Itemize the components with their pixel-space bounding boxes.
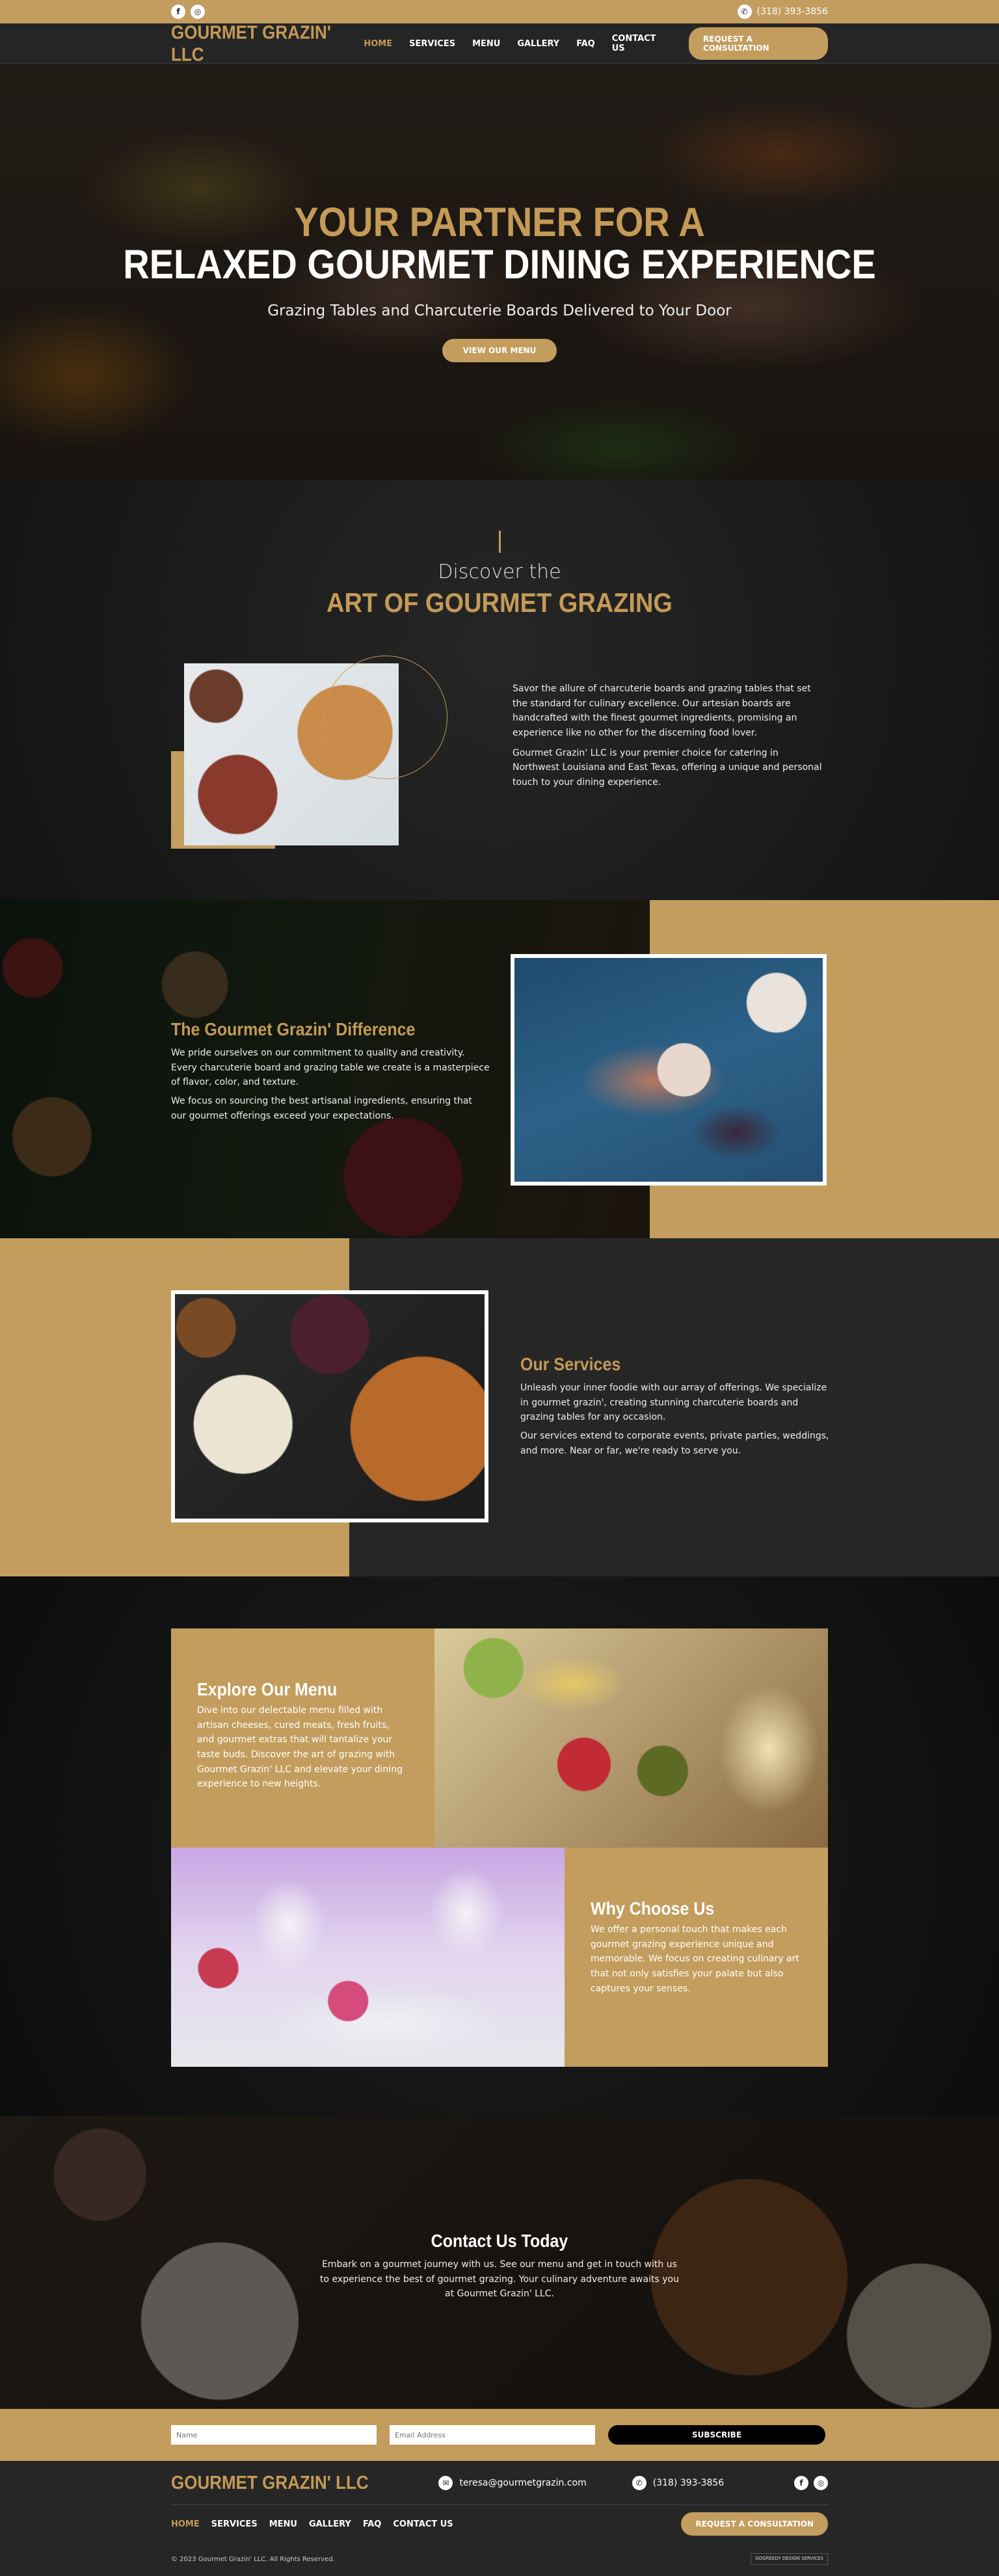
- view-menu-button[interactable]: VIEW OUR MENU: [442, 338, 557, 362]
- discover-kicker: Discover the: [438, 561, 561, 583]
- main-nav: HOME SERVICES MENU GALLERY FAQ CONTACT U…: [364, 27, 828, 60]
- explore-text: Dive into our delectable menu filled wit…: [197, 1705, 403, 1790]
- discover-section: Discover the ART OF GOURMET GRAZING Savo…: [0, 480, 999, 900]
- email-input[interactable]: [390, 2425, 595, 2445]
- footer-nav-gallery[interactable]: GALLERY: [309, 2519, 351, 2529]
- services-photo: [171, 1290, 488, 1522]
- hero-subtitle: Grazing Tables and Charcuterie Boards De…: [267, 302, 732, 319]
- footer-nav-home[interactable]: HOME: [171, 2519, 200, 2529]
- footer-logo[interactable]: GOURMET GRAZIN' LLC: [171, 2471, 369, 2493]
- footer-consultation-button[interactable]: REQUEST A CONSULTATION: [681, 2512, 828, 2536]
- contact-title: Contact Us Today: [431, 2231, 568, 2251]
- facebook-icon[interactable]: f: [171, 5, 185, 19]
- discover-text: Savor the allure of charcuterie boards a…: [513, 663, 828, 790]
- top-bar: f ◎ ✆ (318) 393-3856: [0, 0, 999, 23]
- footer-nav: HOME SERVICES MENU GALLERY FAQ CONTACT U…: [171, 2519, 453, 2529]
- top-phone[interactable]: ✆ (318) 393-3856: [737, 5, 829, 19]
- services-text: Our Services Unleash your inner foodie w…: [520, 1355, 832, 1458]
- services-section: Our Services Unleash your inner foodie w…: [0, 1238, 999, 1576]
- discover-title: ART OF GOURMET GRAZING: [326, 588, 673, 619]
- nav-menu[interactable]: MENU: [472, 39, 500, 49]
- difference-paragraph-1: We pride ourselves on our commitment to …: [171, 1048, 490, 1088]
- nav-services[interactable]: SERVICES: [409, 39, 455, 49]
- nav-contact[interactable]: CONTACT US: [612, 34, 668, 53]
- social-links: f ◎: [171, 5, 205, 19]
- divider-bar: [498, 531, 501, 553]
- site-header: GOURMET GRAZIN' LLC HOME SERVICES MENU G…: [0, 21, 999, 66]
- contact-section: Contact Us Today Embark on a gourmet jou…: [0, 2116, 999, 2409]
- why-row: Why Choose Us We offer a personal touch …: [171, 1848, 828, 2067]
- email-icon: ✉: [438, 2475, 453, 2490]
- copyright: © 2023 Gourmet Grazin' LLC. All Rights R…: [171, 2555, 335, 2563]
- hero-line2: RELAXED GOURMET DINING EXPERIENCE: [123, 241, 876, 287]
- site-logo[interactable]: GOURMET GRAZIN' LLC: [171, 21, 364, 66]
- facebook-icon[interactable]: f: [793, 2475, 808, 2490]
- footer-phone[interactable]: ✆ (318) 393-3856: [632, 2475, 725, 2490]
- discover-paragraph-2: Gourmet Grazin' LLC is your premier choi…: [513, 747, 822, 788]
- site-footer: GOURMET GRAZIN' LLC ✉ teresa@gourmetgraz…: [0, 2461, 999, 2576]
- footer-nav-menu[interactable]: MENU: [269, 2519, 297, 2529]
- services-paragraph-2: Our services extend to corporate events,…: [520, 1431, 829, 1456]
- difference-text: The Gourmet Grazin' Difference We pride …: [171, 1020, 490, 1123]
- footer-phone-text[interactable]: (318) 393-3856: [653, 2478, 725, 2488]
- instagram-icon[interactable]: ◎: [191, 5, 205, 19]
- gold-ring-decoration: [324, 656, 447, 779]
- explore-title: Explore Our Menu: [197, 1679, 338, 1700]
- explore-row: Explore Our Menu Dive into our delectabl…: [171, 1628, 828, 1848]
- subscribe-bar: SUBSCRIBE: [0, 2409, 999, 2461]
- nav-gallery[interactable]: GALLERY: [517, 39, 559, 49]
- hero-section: YOUR PARTNER FOR A RELAXED GOURMET DININ…: [0, 64, 999, 480]
- difference-section: The Gourmet Grazin' Difference We pride …: [0, 900, 999, 1238]
- services-title: Our Services: [520, 1354, 621, 1375]
- difference-title: The Gourmet Grazin' Difference: [171, 1019, 416, 1040]
- footer-nav-services[interactable]: SERVICES: [211, 2519, 258, 2529]
- why-text: We offer a personal touch that makes eac…: [591, 1924, 799, 1994]
- discover-paragraph-1: Savor the allure of charcuterie boards a…: [513, 684, 811, 739]
- explore-menu-tile: Explore Our Menu Dive into our delectabl…: [171, 1628, 434, 1848]
- wedding-table-photo: [171, 1848, 565, 2067]
- subscribe-button[interactable]: SUBSCRIBE: [608, 2425, 825, 2445]
- difference-paragraph-2: We focus on sourcing the best artisanal …: [171, 1096, 472, 1121]
- footer-email-text[interactable]: teresa@gourmetgrazin.com: [459, 2478, 586, 2488]
- name-input[interactable]: [171, 2425, 377, 2445]
- services-paragraph-1: Unleash your inner foodie with our array…: [520, 1383, 827, 1423]
- designer-badge[interactable]: GOGREEDY DESIGN SERVICES: [751, 2553, 828, 2565]
- phone-icon: ✆: [632, 2475, 646, 2490]
- discover-image-group: [171, 656, 447, 858]
- nav-faq[interactable]: FAQ: [576, 39, 595, 49]
- footer-nav-contact[interactable]: CONTACT US: [393, 2519, 453, 2529]
- phone-icon: ✆: [737, 5, 752, 19]
- grazing-table-photo: [511, 954, 827, 1186]
- footer-email[interactable]: ✉ teresa@gourmetgrazin.com: [438, 2475, 587, 2490]
- instagram-icon[interactable]: ◎: [813, 2475, 828, 2490]
- why-choose-tile: Why Choose Us We offer a personal touch …: [565, 1848, 828, 2067]
- cheese-platter-photo: [434, 1628, 828, 1848]
- why-title: Why Choose Us: [591, 1898, 715, 1919]
- request-consultation-button[interactable]: REQUEST A CONSULTATION: [689, 27, 828, 60]
- hero-heading: YOUR PARTNER FOR A RELAXED GOURMET DININ…: [0, 199, 999, 287]
- contact-text: Embark on a gourmet journey with us. See…: [320, 2259, 679, 2300]
- footer-nav-faq[interactable]: FAQ: [363, 2519, 382, 2529]
- top-phone-number[interactable]: (318) 393-3856: [757, 7, 829, 17]
- footer-social-links: f ◎: [793, 2475, 828, 2490]
- hero-line1: YOUR PARTNER FOR A: [294, 199, 705, 245]
- explore-section: Explore Our Menu Dive into our delectabl…: [0, 1576, 999, 2116]
- nav-home[interactable]: HOME: [364, 39, 392, 49]
